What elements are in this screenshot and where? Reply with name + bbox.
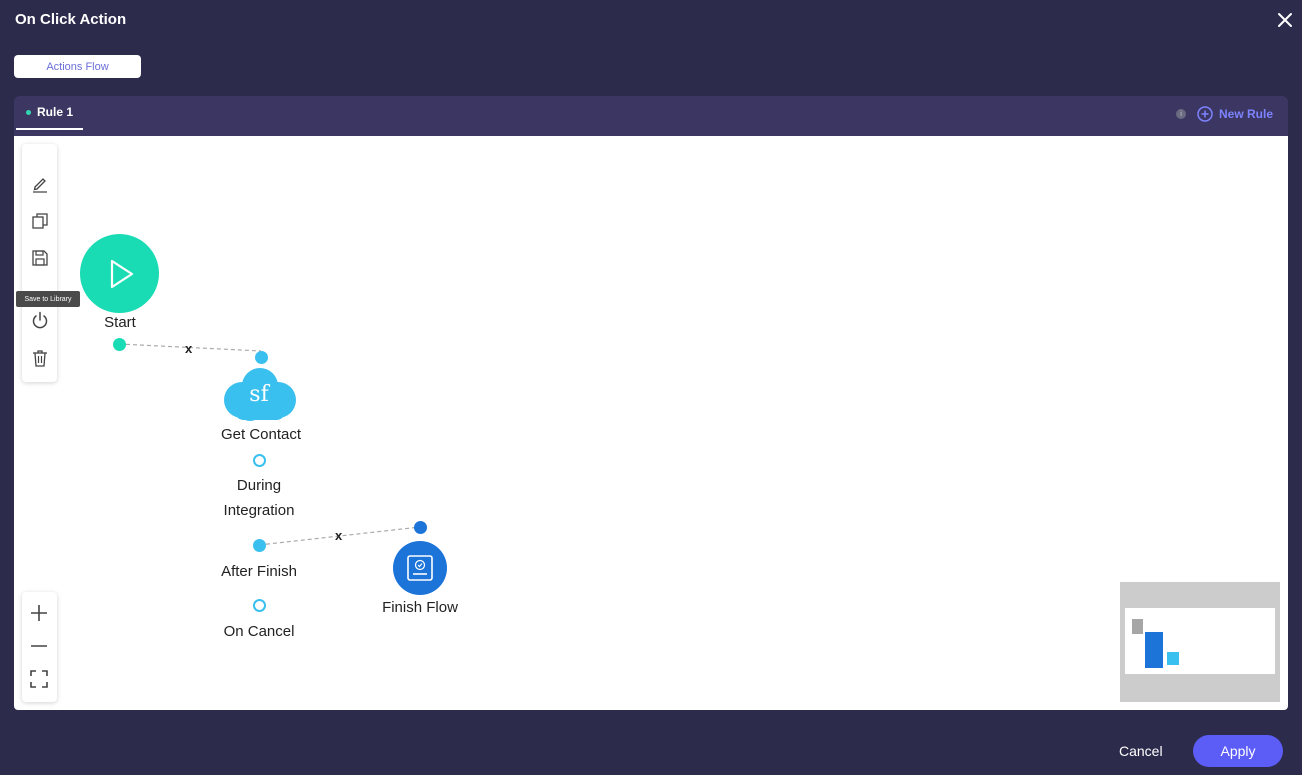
- power-icon[interactable]: [30, 310, 50, 330]
- rule-tab-1[interactable]: Rule 1: [16, 96, 83, 130]
- pencil-icon[interactable]: [30, 174, 50, 194]
- start-node[interactable]: [80, 234, 159, 313]
- during-label: During: [236, 477, 282, 494]
- minus-icon[interactable]: [29, 636, 49, 656]
- salesforce-node[interactable]: sf: [220, 364, 300, 422]
- rule-tab-label: Rule 1: [37, 105, 74, 119]
- minimap-finish-marker: [1167, 652, 1179, 665]
- salesforce-glyph: sf: [249, 382, 269, 407]
- minimap[interactable]: [1120, 582, 1280, 702]
- during-integration-port[interactable]: [253, 454, 266, 467]
- remove-connection-x-2[interactable]: x: [335, 528, 342, 543]
- on-cancel-label: On Cancel: [223, 623, 295, 640]
- plus-icon[interactable]: [29, 603, 49, 623]
- minimap-contact-marker: [1145, 632, 1163, 668]
- info-icon[interactable]: i: [1176, 109, 1186, 119]
- remove-connection-x[interactable]: x: [185, 341, 192, 356]
- finish-input-port[interactable]: [414, 521, 427, 534]
- cancel-button[interactable]: Cancel: [1119, 743, 1163, 759]
- side-toolbar: Save to Library: [16, 144, 80, 382]
- plus-circle-icon: [1197, 106, 1213, 122]
- start-label: Start: [104, 314, 136, 331]
- copy-icon[interactable]: [30, 211, 50, 231]
- after-finish-port[interactable]: [253, 539, 266, 552]
- rules-bar: Rule 1 i New Rule: [14, 96, 1288, 136]
- minimap-start-marker: [1132, 619, 1143, 634]
- start-output-port[interactable]: [113, 338, 126, 351]
- finish-flow-node[interactable]: [393, 541, 447, 595]
- new-rule-button[interactable]: New Rule: [1197, 104, 1273, 124]
- finish-document-icon: [407, 555, 433, 581]
- finish-flow-label: Finish Flow: [382, 599, 458, 616]
- trash-icon[interactable]: [30, 348, 50, 368]
- after-finish-label: After Finish: [221, 563, 297, 580]
- flow-canvas[interactable]: Save to Library Start x sf Get Contact D…: [14, 136, 1288, 710]
- on-cancel-port[interactable]: [253, 599, 266, 612]
- rule-status-dot: [26, 109, 31, 115]
- get-contact-input-port[interactable]: [255, 351, 268, 364]
- play-icon: [110, 259, 133, 288]
- tab-actions-flow[interactable]: Actions Flow: [14, 55, 141, 78]
- close-icon[interactable]: [1274, 9, 1296, 31]
- dialog-title: On Click Action: [15, 11, 127, 28]
- minimap-viewport: [1125, 608, 1275, 674]
- get-contact-label: Get Contact: [220, 426, 302, 443]
- save-tooltip: Save to Library: [16, 291, 80, 307]
- save-icon[interactable]: [30, 248, 50, 268]
- fit-screen-icon[interactable]: [29, 669, 49, 689]
- zoom-toolbar: [22, 592, 57, 702]
- integration-label: Integration: [223, 502, 295, 519]
- new-rule-label: New Rule: [1219, 107, 1274, 121]
- apply-button[interactable]: Apply: [1193, 735, 1283, 767]
